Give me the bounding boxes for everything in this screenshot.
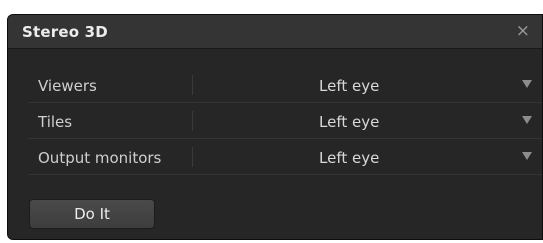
divider — [192, 75, 193, 95]
divider — [192, 111, 193, 131]
output-monitors-label: Output monitors — [38, 149, 162, 167]
divider — [192, 147, 193, 167]
row-tiles: Tiles Left eye — [28, 103, 542, 139]
tiles-value: Left eye — [319, 113, 380, 131]
chevron-down-icon — [522, 152, 532, 160]
tiles-dropdown[interactable]: Left eye — [198, 105, 542, 137]
dialog-title: Stereo 3D — [22, 23, 108, 41]
chevron-down-icon — [522, 116, 532, 124]
settings-rows: Viewers Left eye Tiles Left eye Output m… — [28, 67, 542, 175]
chevron-down-icon — [522, 80, 532, 88]
do-it-button[interactable]: Do It — [29, 199, 155, 229]
viewers-value: Left eye — [319, 77, 380, 95]
row-output-monitors: Output monitors Left eye — [28, 139, 542, 175]
stereo-3d-dialog: Stereo 3D × Viewers Left eye Tiles Left … — [7, 14, 543, 240]
titlebar: Stereo 3D × — [8, 15, 542, 49]
close-icon[interactable]: × — [516, 21, 530, 41]
row-viewers: Viewers Left eye — [28, 67, 542, 103]
viewers-label: Viewers — [38, 77, 97, 95]
tiles-label: Tiles — [38, 113, 73, 131]
output-monitors-dropdown[interactable]: Left eye — [198, 141, 542, 173]
output-monitors-value: Left eye — [319, 149, 380, 167]
viewers-dropdown[interactable]: Left eye — [198, 69, 542, 101]
